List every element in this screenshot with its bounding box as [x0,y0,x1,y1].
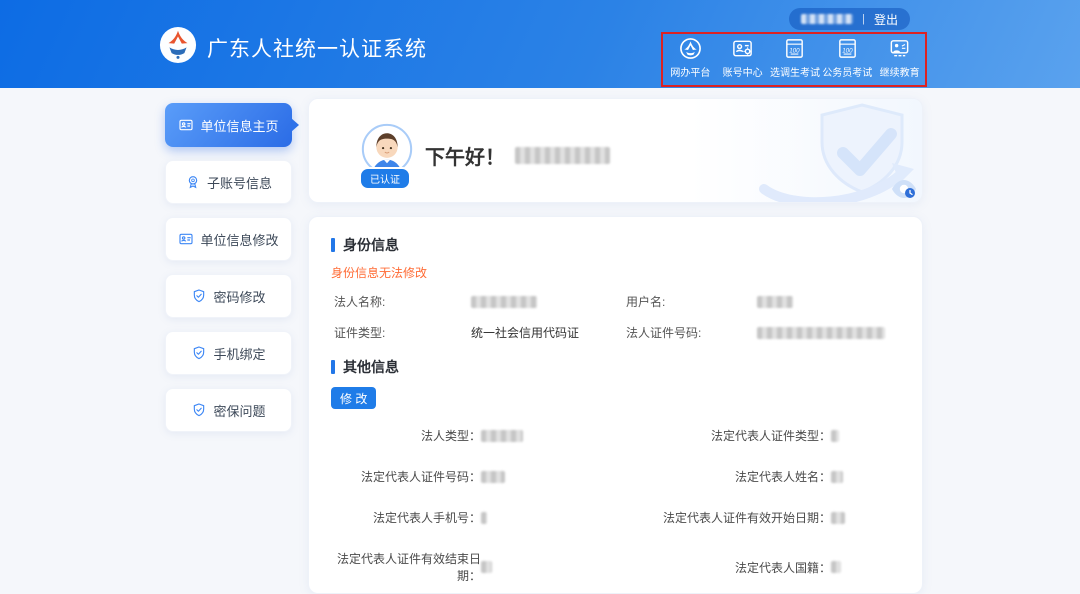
user-name-redacted [801,14,853,24]
field-value-redacted [481,430,523,442]
header-nav-label: 网办平台 [670,64,710,79]
field-value-redacted [481,471,505,483]
sidebar-item-label: 单位信息主页 [200,116,278,135]
field-label: 法定代表人手机号： [331,509,481,526]
identity-warning: 身份信息无法修改 [331,264,900,281]
page-title: 广东人社统一认证系统 [207,33,427,63]
main-column: 已认证 下午好！ 身份信息 身份信息无法修改 法人名称: 用户名: 证件类型:统一社… [308,98,923,594]
exam-100-icon: 100 [836,37,859,60]
header-nav-item[interactable]: 继续教育 [875,37,925,79]
field-label: 法人名称: [334,293,471,310]
identity-fields: 法人名称: 用户名: 证件类型:统一社会信用代码证法人证件号码: [334,293,900,341]
other-section-title: 其他信息 [331,357,900,377]
badge-icon [185,174,201,190]
header-nav-item[interactable]: 100 选调生考试 [770,37,820,79]
shield-check-icon [191,345,207,361]
header-nav-item[interactable]: 账号中心 [718,37,768,79]
user-display-name-redacted [515,147,610,164]
header-nav-label: 账号中心 [723,64,763,79]
header-nav-item[interactable]: 网办平台 [665,37,715,79]
presentation-icon [888,37,911,60]
field-row: 法定代表人证件号码： [331,468,631,485]
field-row: 法定代表人手机号： [331,509,631,526]
field-value-redacted [831,430,839,442]
modify-button[interactable]: 修 改 [331,387,376,409]
field-value-redacted [471,296,537,308]
field-label: 法定代表人证件号码： [331,468,481,485]
sidebar-item[interactable]: 密保问题 [165,388,292,432]
greeting-card: 已认证 下午好！ [308,98,923,203]
sidebar: 单位信息主页子账号信息单位信息修改密码修改手机绑定密保问题 [165,103,292,432]
field-label: 用户名: [626,293,757,310]
sidebar-item-label: 手机绑定 [213,344,265,363]
greeting-text: 下午好！ [425,141,505,170]
id-card-gear-icon [731,37,754,60]
id-card-icon [178,231,194,247]
field-label: 法定代表人证件类型： [631,427,831,444]
app-logo-emblem-icon [159,26,197,64]
logout-button[interactable]: 登出 [874,11,898,28]
field-value-redacted [757,296,793,308]
field-row: 法人类型： [331,427,631,444]
field-value-redacted [481,512,487,524]
header-nav-label: 继续教育 [880,64,920,79]
header-nav-item[interactable]: 100 公务员考试 [822,37,872,79]
field-value-redacted [831,561,841,573]
sidebar-item[interactable]: 密码修改 [165,274,292,318]
field-value: 统一社会信用代码证 [471,324,626,341]
field-value-redacted [757,327,885,339]
user-pill[interactable]: | 登出 [789,8,910,30]
sidebar-item[interactable]: 单位信息修改 [165,217,292,261]
verified-badge: 已认证 [359,167,411,190]
field-label: 法人类型： [331,427,481,444]
header-nav-label: 公务员考试 [822,64,872,79]
section-bar [331,238,335,252]
field-value-redacted [481,561,492,573]
field-row: 法定代表人证件有效结束日期： [331,550,631,584]
field-row: 法定代表人证件有效开始日期： [631,509,900,526]
field-row: 法定代表人姓名： [631,468,900,485]
identity-section-title: 身份信息 [331,235,900,255]
sidebar-item-label: 单位信息修改 [200,230,278,249]
section-bar [331,360,335,374]
exam-100-icon: 100 [783,37,806,60]
content-area: 单位信息主页子账号信息单位信息修改密码修改手机绑定密保问题 [0,88,1080,594]
shield-check-icon [191,288,207,304]
field-row: 法定代表人证件类型： [631,427,900,444]
other-section: 其他信息 修 改 法人类型： 法定代表人证件类型： 法定代表人证件号码： 法定代表人姓… [331,357,900,584]
other-fields: 法人类型： 法定代表人证件类型： 法定代表人证件号码： 法定代表人姓名： 法定代表人手机… [331,427,900,584]
sidebar-item[interactable]: 单位信息主页 [165,103,292,147]
field-label: 法定代表人姓名： [631,468,831,485]
app-header: 广东人社统一认证系统 | 登出 网办平台账号中心 100 选调生考试 100 公务员考试… [0,0,1080,88]
field-label: 法定代表人国籍： [631,559,831,576]
field-label: 法定代表人证件有效开始日期： [631,509,831,526]
pill-divider: | [862,13,865,25]
info-card: 身份信息 身份信息无法修改 法人名称: 用户名: 证件类型:统一社会信用代码证法人证… [308,216,923,594]
header-nav: 网办平台账号中心 100 选调生考试 100 公务员考试继续教育 [663,37,927,79]
shield-check-icon [191,402,207,418]
field-label: 法人证件号码: [626,324,757,341]
sidebar-item[interactable]: 手机绑定 [165,331,292,375]
emblem-icon [679,37,702,60]
sidebar-item-label: 密保问题 [213,401,265,420]
field-row: 法定代表人国籍： [631,550,900,584]
svg-text:100: 100 [842,47,853,54]
svg-text:100: 100 [790,47,801,54]
sidebar-item-label: 密码修改 [213,287,265,306]
sidebar-item[interactable]: 子账号信息 [165,160,292,204]
field-label: 法定代表人证件有效结束日期： [331,550,481,584]
eye-clock-icon [891,179,917,199]
id-card-icon [178,117,194,133]
sidebar-item-label: 子账号信息 [207,173,272,192]
field-label: 证件类型: [334,324,471,341]
field-value-redacted [831,471,843,483]
header-nav-label: 选调生考试 [770,64,820,79]
field-value-redacted [831,512,845,524]
